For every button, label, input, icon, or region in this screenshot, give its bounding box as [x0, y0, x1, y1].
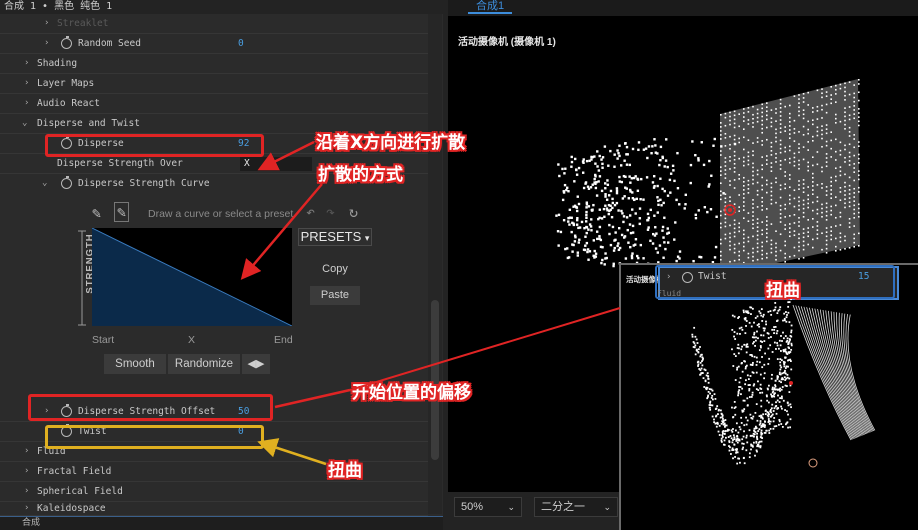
triangle-left-icon: ◀ [247, 358, 256, 370]
panel-header: 合成 1 • 黑色 纯色 1 [0, 0, 443, 14]
group-row-fractal-field[interactable]: › Fractal Field [0, 462, 428, 482]
property-label: Random Seed [78, 38, 141, 49]
chevron-down-icon[interactable]: ⌄ [42, 174, 47, 193]
highlight-twist [45, 425, 264, 449]
reset-icon[interactable]: ↻ [349, 203, 358, 221]
annotation-offset: 开始位置的偏移 [352, 383, 471, 403]
chevron-down-icon[interactable]: ⌄ [22, 114, 27, 133]
paste-button[interactable]: Paste [310, 286, 360, 305]
pencil-icon[interactable]: ✎ [92, 204, 101, 222]
undo-icon[interactable]: ↶ [306, 203, 315, 221]
stopwatch-icon[interactable] [61, 36, 72, 49]
highlight-disperse-offset [28, 394, 273, 421]
timeline-tab[interactable]: 合成 [0, 516, 443, 530]
x-end-label: End [274, 334, 293, 346]
group-label: Layer Maps [37, 78, 95, 89]
property-row-streaklet[interactable]: › Streaklet [0, 14, 428, 34]
viewer-tab-bar: 合成1 [448, 0, 918, 16]
chevron-right-icon[interactable]: › [44, 34, 49, 53]
property-label: Disperse Strength Curve [78, 178, 210, 189]
presets-label: PRESETS [300, 229, 362, 244]
light-sun-icon [808, 458, 818, 468]
group-row-shading[interactable]: › Shading [0, 54, 428, 74]
annotation-disperse-mode: 扩散的方式 [318, 165, 403, 185]
chevron-right-icon[interactable]: › [24, 462, 29, 481]
redo-icon[interactable]: ↷ [326, 203, 335, 221]
annotation-disperse-x: 沿着X方向进行扩散 [316, 133, 466, 153]
chevron-right-icon[interactable]: › [24, 442, 29, 461]
chevron-down-icon: ⌄ [507, 502, 515, 512]
draw-pencil-icon[interactable]: ✎ [114, 202, 130, 222]
twist-result-inset: 活动摄像机 › Twist 15 Fluid [619, 263, 918, 530]
triangle-right-icon: ▶ [256, 358, 265, 370]
annotation-twist-left: 扭曲 [328, 461, 362, 481]
caret-down-icon: ▾ [364, 233, 370, 243]
resolution-value: 二分之一 [541, 501, 585, 513]
tab-composition[interactable]: 合成1 [468, 0, 513, 14]
effect-controls-panel: 合成 1 • 黑色 纯色 1 › Streaklet › Random Seed… [0, 0, 443, 530]
presets-button[interactable]: PRESETS ▾ [298, 228, 372, 246]
curve-hint: Draw a curve or select a preset [148, 208, 294, 220]
disperse-axis-dropdown[interactable]: X [240, 157, 312, 171]
group-label: Disperse and Twist [37, 118, 140, 129]
zoom-value: 50% [461, 501, 484, 513]
smooth-button[interactable]: Smooth [104, 354, 166, 374]
group-row-layer-maps[interactable]: › Layer Maps [0, 74, 428, 94]
chevron-right-icon[interactable]: › [24, 74, 29, 93]
annotation-twist-right: 扭曲 [766, 281, 800, 301]
group-row-kaleidospace[interactable]: › Kaleidospace [0, 502, 428, 516]
curve-graph[interactable] [91, 227, 293, 327]
randomize-button[interactable]: Randomize [168, 354, 240, 374]
group-label: Audio React [37, 98, 100, 109]
zoom-dropdown[interactable]: 50% ⌄ [454, 497, 522, 517]
step-arrows-button[interactable]: ◀▶ [242, 354, 270, 374]
property-label: Streaklet [57, 18, 109, 29]
property-value[interactable]: 0 [238, 34, 244, 53]
resolution-dropdown[interactable]: 二分之一 ⌄ [534, 497, 618, 517]
chevron-down-icon: ⌄ [603, 502, 611, 512]
copy-button[interactable]: Copy [310, 260, 360, 279]
x-axis-label: X [188, 334, 196, 346]
stopwatch-icon[interactable] [61, 176, 72, 189]
x-start-label: Start [92, 334, 115, 346]
chevron-right-icon[interactable]: › [24, 94, 29, 113]
group-label: Fractal Field [37, 466, 112, 477]
curve-editor: ✎ ✎ Draw a curve or select a preset ↶ ↷ … [74, 198, 394, 382]
property-row-random-seed[interactable]: › Random Seed 0 [0, 34, 428, 54]
chevron-right-icon[interactable]: › [24, 54, 29, 73]
chevron-right-icon[interactable]: › [44, 14, 49, 33]
group-row-audio-react[interactable]: › Audio React [0, 94, 428, 114]
curve-plot[interactable] [91, 227, 293, 327]
twisted-particle-render [691, 298, 876, 468]
group-label: Shading [37, 58, 78, 69]
highlight-disperse [45, 134, 264, 157]
